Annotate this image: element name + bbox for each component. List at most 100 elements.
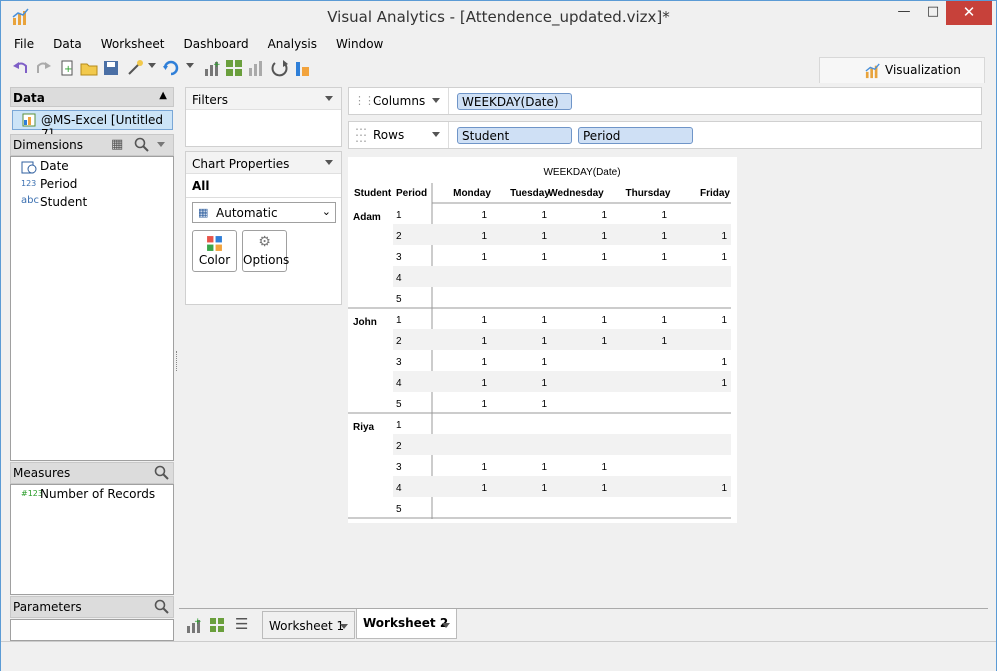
period-label: 3 [396,252,402,263]
columns-menu-chevron-down-icon[interactable] [432,98,440,103]
open-folder-icon[interactable] [80,59,98,77]
tab-worksheet-2[interactable]: Worksheet 2 [356,609,457,639]
refresh-icon[interactable] [162,59,180,77]
dimensions-list: Date 123 Period abc Student [10,156,174,461]
maximize-icon[interactable]: □ [916,1,950,25]
cell-value: 1 [541,315,547,326]
divider [186,197,341,198]
parameters-header: Parameters [10,596,174,618]
chart-icon[interactable] [247,59,265,77]
visualization-tab[interactable]: Visualization [819,57,985,83]
options-button-label: Options [243,253,290,267]
svg-text:+: + [194,617,202,627]
cell-value: 1 [601,252,607,263]
svg-text:+: + [213,60,221,70]
mark-type-chevron-down-icon[interactable]: ⌄ [322,205,331,218]
cell-value: 1 [481,357,487,368]
measures-header: Measures [10,462,174,484]
data-wand-icon[interactable] [126,59,144,77]
new-file-icon[interactable]: + [58,59,76,77]
menu-window[interactable]: Window [332,37,387,51]
measure-number-of-records[interactable]: #123 Number of Records [21,487,171,503]
parameters-list [10,619,174,641]
undo-icon[interactable] [12,59,30,77]
new-worksheet-tab-icon[interactable]: + [186,617,202,633]
tab-worksheet-2-chevron-down-icon[interactable] [442,623,450,628]
cell-value: 1 [481,315,487,326]
dimension-student-label: Student [40,195,88,209]
period-label: 3 [396,357,402,368]
dimensions-menu-chevron-down-icon[interactable] [157,142,165,147]
all-tab[interactable]: All [192,179,210,193]
cell-value: 1 [481,210,487,221]
splitter-handle[interactable] [176,351,178,371]
rotate-icon[interactable] [271,59,289,77]
chart-properties-menu-chevron-down-icon[interactable] [325,160,333,165]
sheet-tab-bar: + ☰ Worksheet 1 Worksheet 2 [179,608,988,640]
shelf-divider [448,122,449,148]
menu-data[interactable]: Data [49,37,86,51]
new-worksheet-icon[interactable]: + [203,59,221,77]
redo-icon[interactable] [34,59,52,77]
color-palette-icon [207,236,222,251]
data-panel-header: Data ▲ [10,87,174,107]
data-dropdown-chevron-down-icon[interactable] [148,63,156,71]
cell-value: 1 [601,336,607,347]
rows-pill-student[interactable]: Student [457,127,572,144]
cell-value: 1 [541,399,547,410]
new-dashboard-tab-icon[interactable] [209,617,225,633]
save-icon[interactable] [102,59,120,77]
day-header-monday: Monday [453,188,491,199]
cell-value: 1 [601,483,607,494]
cell-value: 1 [721,252,727,263]
cell-value: 1 [601,315,607,326]
new-dashboard-icon[interactable] [225,59,243,77]
day-header-tuesday: Tuesday [510,188,550,199]
title-bar: Visual Analytics - [Attendence_updated.v… [1,1,996,34]
data-source-item[interactable]: @MS-Excel [Untitled 7] [12,110,173,141]
svg-text:+: + [64,64,72,75]
excel-source-icon [22,113,36,127]
period-label: 4 [396,273,402,284]
menu-dashboard[interactable]: Dashboard [179,37,252,51]
sort-arrows-icon[interactable]: ▲ [159,90,167,101]
table-view-icon[interactable]: ▦ [111,137,123,152]
parameters-search-icon[interactable] [154,599,169,614]
menu-worksheet[interactable]: Worksheet [97,37,169,51]
rows-label: Rows [373,128,405,142]
rows-shelf: ⋯ ⋯ ⋯ Rows Student Period [348,121,982,149]
number-type-icon: 123 [21,179,37,188]
dimension-period[interactable]: 123 Period [21,177,171,193]
cell-value: 1 [541,483,547,494]
rows-grip-icon: ⋯ ⋯ ⋯ [355,122,367,148]
window-title: Visual Analytics - [Attendence_updated.v… [327,8,670,26]
row-stripe [393,266,731,287]
menu-file[interactable]: File [10,37,38,51]
filters-menu-chevron-down-icon[interactable] [325,96,333,101]
period-label: 2 [396,231,402,242]
close-icon[interactable]: ✕ [946,1,992,25]
cell-value: 1 [481,378,487,389]
dimension-period-label: Period [40,177,78,191]
cell-value: 1 [721,357,727,368]
measures-search-icon[interactable] [154,465,169,480]
cell-value: 1 [661,336,667,347]
options-button[interactable]: ⚙ Options [242,230,290,272]
cell-value: 1 [601,462,607,473]
search-icon[interactable] [134,137,149,152]
shelf-divider [448,88,449,114]
dimension-student[interactable]: abc Student [21,195,171,211]
sheet-list-icon[interactable]: ☰ [235,615,248,633]
mark-type-select[interactable]: ▦ Automatic ⌄ [192,202,336,223]
menu-analysis[interactable]: Analysis [264,37,321,51]
refresh-dropdown-chevron-down-icon[interactable] [186,63,194,71]
menu-bar: File Data Worksheet Dashboard Analysis Window [10,37,398,55]
tab-worksheet-1-chevron-down-icon[interactable] [340,624,348,629]
rows-pill-period[interactable]: Period [578,127,693,144]
color-button[interactable]: Color [192,230,237,272]
rows-menu-chevron-down-icon[interactable] [432,132,440,137]
swap-axes-icon[interactable] [293,59,311,77]
columns-pill-weekday[interactable]: WEEKDAY(Date) [457,93,572,110]
day-header-wednesday: Wednesday [548,188,604,199]
tab-worksheet-1[interactable]: Worksheet 1 [262,611,355,639]
